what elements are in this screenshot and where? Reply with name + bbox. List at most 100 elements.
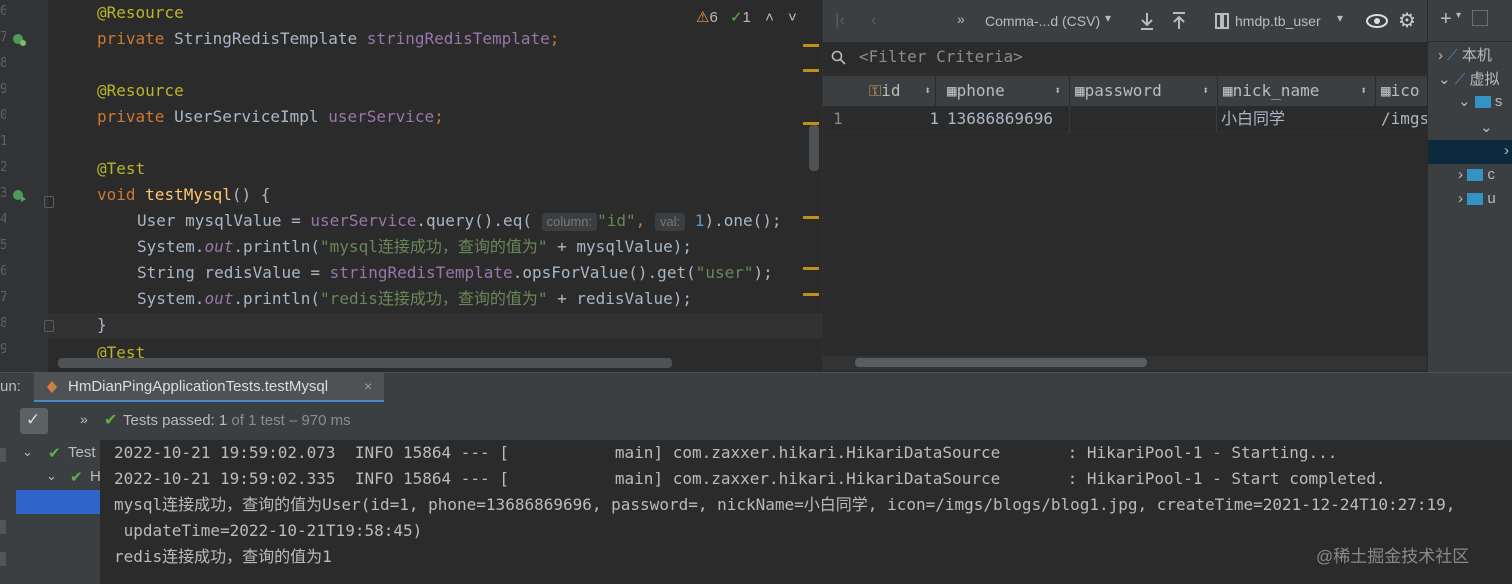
warning-stripe-marker[interactable] xyxy=(803,267,819,270)
test-diamond-icon xyxy=(47,381,57,393)
grid-horizontal-scrollbar[interactable] xyxy=(855,358,1147,367)
test-tree-item-selected[interactable] xyxy=(16,490,100,514)
code-line: } xyxy=(97,315,107,334)
next-highlight-icon[interactable]: ˅ xyxy=(788,9,797,26)
line-number: 1 xyxy=(0,134,6,149)
chevron-right-icon: › xyxy=(1458,190,1463,207)
chevron-right-icon: › xyxy=(1504,142,1509,159)
sort-icon[interactable]: ⬍ xyxy=(1202,76,1209,106)
tree-item-selected[interactable]: › xyxy=(1428,140,1512,164)
tree-item[interactable]: › u xyxy=(1458,190,1512,214)
export-format-dropdown[interactable]: Comma-...d (CSV) xyxy=(985,13,1100,29)
passed-check-icon: ✔ xyxy=(70,469,83,486)
inspection-widget[interactable]: ⚠6 ✓1 ˄ ˅ xyxy=(696,8,797,26)
add-chevron-icon[interactable]: ▾ xyxy=(1456,10,1461,21)
passed-check-icon: ✔ xyxy=(104,412,118,429)
add-icon[interactable]: + xyxy=(1440,8,1452,31)
sort-icon[interactable]: ⬍ xyxy=(924,76,931,106)
passed-check-icon: ✔ xyxy=(48,445,61,462)
row-number: 1 xyxy=(833,109,843,128)
sort-icon[interactable]: ⬍ xyxy=(1360,76,1367,106)
cell-password[interactable] xyxy=(1069,106,1217,132)
line-number: 5 xyxy=(0,238,6,253)
download-icon[interactable] xyxy=(1139,12,1155,30)
column-header-nick-name[interactable]: ▦nick_name ⬍ xyxy=(1219,76,1376,106)
column-header-id[interactable]: ⚿id ⬍ xyxy=(855,76,936,106)
close-icon[interactable]: × xyxy=(364,378,372,394)
upload-icon[interactable] xyxy=(1171,12,1187,30)
tree-item[interactable]: › ⟋ 本机 xyxy=(1438,44,1512,68)
table-row[interactable]: 1 1 13686869696 小白同学 /imgs xyxy=(823,106,1429,133)
side-tool-icon[interactable] xyxy=(0,520,6,534)
fold-marker-icon[interactable] xyxy=(44,196,54,208)
filter-criteria-input[interactable]: <Filter Criteria> xyxy=(859,47,1023,66)
filter-search-icon xyxy=(831,50,846,65)
chevron-down-icon[interactable]: ⌄ xyxy=(22,444,33,460)
run-label: un: xyxy=(0,378,21,395)
tree-item[interactable]: ⌄ xyxy=(1480,118,1512,140)
tab-label: HmDianPingApplicationTests.testMysql xyxy=(68,378,329,395)
side-tool-icon[interactable] xyxy=(0,448,6,462)
table-icon xyxy=(1215,13,1229,29)
chevron-down-icon: ⌄ xyxy=(1438,71,1451,88)
console-output[interactable]: 2022-10-21 19:59:02.073 INFO 15864 --- [… xyxy=(100,440,1512,584)
previous-highlight-icon[interactable]: ˄ xyxy=(765,9,774,26)
code-line: private StringRedisTemplate stringRedisT… xyxy=(97,29,560,48)
horizontal-scrollbar[interactable] xyxy=(58,358,672,368)
line-number: 8 xyxy=(0,316,6,331)
table-chevron-icon[interactable]: ▾ xyxy=(1337,11,1343,25)
format-chevron-icon[interactable]: ▾ xyxy=(1105,11,1111,25)
column-header-password[interactable]: ▦password ⬍ xyxy=(1071,76,1218,106)
bean-icon[interactable] xyxy=(12,32,26,46)
copy-icon[interactable] xyxy=(1472,10,1488,26)
run-toolbar: ✓ » ✔ Tests passed: 1 of 1 test – 970 ms xyxy=(0,402,1512,440)
previous-page-icon[interactable]: ‹ xyxy=(871,10,877,30)
column-icon: ▦ xyxy=(947,81,957,100)
code-editor[interactable]: 6 7 8 9 0 1 2 3 4 5 6 7 8 9 @Resource pr… xyxy=(0,0,822,372)
code-line: @Resource xyxy=(97,81,184,100)
cell-id[interactable]: 1 xyxy=(855,106,939,132)
vertical-scrollbar[interactable] xyxy=(809,125,819,171)
tree-item[interactable]: › c xyxy=(1458,166,1512,190)
more-icon[interactable]: » xyxy=(957,11,965,27)
line-number: 9 xyxy=(0,82,6,97)
table-selector[interactable]: hmdp.tb_user xyxy=(1235,13,1321,29)
warning-stripe-marker[interactable] xyxy=(803,216,819,219)
cell-nick-name[interactable]: 小白同学 xyxy=(1221,106,1285,132)
side-tool-icon[interactable] xyxy=(0,552,6,566)
line-number: 2 xyxy=(0,160,6,175)
sort-icon[interactable]: ⬍ xyxy=(1054,76,1061,106)
folder-icon xyxy=(1474,96,1491,109)
view-icon[interactable] xyxy=(1366,13,1388,29)
code-line: void testMysql() { xyxy=(97,185,271,204)
watermark: @稀土掘金技术社区 xyxy=(1316,547,1470,566)
line-number: 6 xyxy=(0,264,6,279)
warning-stripe-marker[interactable] xyxy=(803,44,819,47)
column-header-phone[interactable]: ▦phone ⬍ xyxy=(943,76,1070,106)
warning-stripe-marker[interactable] xyxy=(803,293,819,296)
tree-item[interactable]: ⌄ s xyxy=(1458,92,1512,116)
code-line: private UserServiceImpl userService; xyxy=(97,107,444,126)
tab-test-run[interactable]: HmDianPingApplicationTests.testMysql × xyxy=(34,373,384,403)
fold-marker-icon[interactable] xyxy=(44,320,54,332)
more-icon[interactable]: » xyxy=(80,411,88,427)
column-icon: ▦ xyxy=(1223,81,1233,100)
chevron-down-icon[interactable]: ⌄ xyxy=(46,468,57,484)
column-header-icon[interactable]: ▦ico xyxy=(1377,76,1427,106)
line-number: 4 xyxy=(0,212,6,227)
cell-phone[interactable]: 13686869696 xyxy=(947,106,1053,132)
warning-stripe-marker[interactable] xyxy=(803,69,819,72)
run-test-icon[interactable] xyxy=(12,188,26,202)
chevron-right-icon: › xyxy=(1438,47,1443,64)
first-page-icon[interactable]: |‹ xyxy=(835,10,845,30)
test-tree-item[interactable]: Test xyxy=(68,444,98,461)
test-tree-item[interactable]: H xyxy=(90,468,100,485)
show-passed-toggle[interactable]: ✓ xyxy=(20,408,48,434)
filter-bar[interactable]: <Filter Criteria> xyxy=(823,42,1427,75)
run-tab-bar: un: HmDianPingApplicationTests.testMysql… xyxy=(0,372,1512,403)
settings-gear-icon[interactable]: ⚙ xyxy=(1398,8,1416,33)
tree-item[interactable]: ⌄ ⟋ 虚拟 xyxy=(1438,68,1512,92)
cell-icon[interactable]: /imgs xyxy=(1381,106,1429,132)
database-tree-panel: + ▾ › ⟋ 本机 ⌄ ⟋ 虚拟 ⌄ s ⌄ › › c › u xyxy=(1427,0,1512,372)
code-line: String redisValue = stringRedisTemplate.… xyxy=(137,263,773,282)
